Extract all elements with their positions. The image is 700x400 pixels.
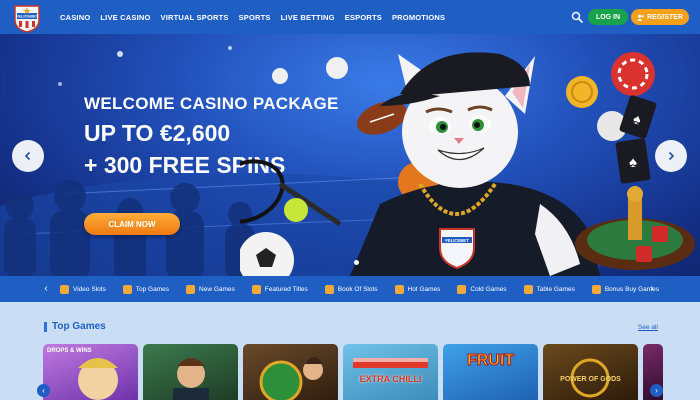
top-header: FELICEBET CASINO LIVE CASINO VIRTUAL SPO…: [0, 0, 700, 34]
nav-esports[interactable]: ESPORTS: [345, 13, 382, 22]
game-tile-label: FRUIT: [466, 352, 515, 370]
slide-indicator-dot[interactable]: [354, 260, 359, 265]
tennis-racket-icon: [240, 159, 342, 227]
register-button[interactable]: REGISTER: [631, 9, 689, 25]
category-label: Cold Games: [470, 285, 507, 293]
game-tile-label: EXTRA CHILLI: [359, 374, 422, 384]
svg-text:♠: ♠: [629, 154, 637, 171]
table-games-icon: [523, 284, 533, 294]
hot-games-icon: [394, 284, 404, 294]
felicebet-logo[interactable]: FELICEBET: [10, 3, 44, 33]
hero-next-button[interactable]: [655, 140, 687, 172]
hero-amount: UP TO €2,600: [84, 120, 231, 146]
game-tile[interactable]: EXTRA CHILLI: [343, 344, 438, 400]
see-all-link[interactable]: See all: [638, 324, 658, 331]
new-games-icon: [186, 284, 196, 294]
nav-live-casino[interactable]: LIVE CASINO: [100, 13, 150, 22]
hero-prev-button[interactable]: [12, 140, 44, 172]
nav-virtual-sports[interactable]: VIRTUAL SPORTS: [161, 13, 229, 22]
game-art: [173, 358, 209, 400]
dice-icon: [652, 226, 668, 242]
category-featured-titles[interactable]: Featured Titles: [251, 284, 308, 294]
soccer-ball-icon: [240, 232, 294, 276]
game-art: [570, 358, 610, 398]
category-prev-button[interactable]: ‹: [40, 283, 52, 295]
badge-icon: FELICEBET: [439, 228, 475, 270]
category-video-slots[interactable]: Video Slots: [60, 284, 106, 294]
category-label: New Games: [199, 285, 235, 293]
category-label: Table Games: [536, 285, 575, 293]
gold-coin-icon: [566, 76, 598, 108]
game-art: [78, 358, 118, 400]
top-games-icon: [122, 284, 132, 294]
user-plus-icon: [637, 14, 645, 21]
category-label: Hot Games: [407, 285, 441, 293]
nav-casino[interactable]: CASINO: [60, 13, 90, 22]
game-tile[interactable]: POWER OF GODS: [543, 344, 638, 400]
games-next-button[interactable]: ›: [650, 384, 663, 397]
login-label: LOG IN: [595, 13, 621, 21]
top-games-section: Top Games See all DROPS & WINS EXTRA CHI…: [0, 302, 700, 400]
nav-promotions[interactable]: PROMOTIONS: [392, 13, 445, 22]
search-icon[interactable]: [571, 11, 583, 23]
bonus-buy-games-icon: [591, 284, 601, 294]
nav-sports[interactable]: SPORTS: [239, 13, 271, 22]
register-label: REGISTER: [647, 13, 683, 21]
game-tile[interactable]: DROPS & WINS: [43, 344, 138, 400]
featured-titles-icon: [251, 284, 261, 294]
category-top-games[interactable]: Top Games: [122, 284, 170, 294]
game-tile[interactable]: [243, 344, 338, 400]
claim-now-button[interactable]: CLAIM NOW: [84, 213, 180, 235]
chevron-left-icon: [24, 151, 31, 161]
main-nav: CASINO LIVE CASINO VIRTUAL SPORTS SPORTS…: [60, 0, 445, 34]
login-button[interactable]: LOG IN: [588, 9, 628, 25]
category-table-games[interactable]: Table Games: [523, 284, 575, 294]
chevron-right-icon: [668, 151, 675, 161]
category-cold-games[interactable]: Cold Games: [457, 284, 507, 294]
game-art: [353, 358, 428, 368]
category-label: Top Games: [135, 285, 170, 293]
svg-text:FELICEBET: FELICEBET: [16, 14, 39, 19]
category-label: Book Of Slots: [337, 285, 378, 293]
category-book-of-slots[interactable]: Book Of Slots: [324, 284, 378, 294]
games-prev-button[interactable]: ‹: [37, 384, 50, 397]
category-label: Video Slots: [73, 285, 106, 293]
svg-text:FELICEBET: FELICEBET: [445, 238, 469, 243]
game-tile-label: POWER OF GODS: [560, 376, 621, 383]
video-slots-icon: [60, 284, 69, 294]
book-of-slots-icon: [324, 284, 334, 294]
section-accent-bar: [44, 322, 47, 332]
cat-mascot-illustration: FELICEBET ♠ ♠: [240, 52, 695, 276]
category-list: Video Slots Top Games New Games Featured…: [60, 276, 659, 302]
category-new-games[interactable]: New Games: [186, 284, 235, 294]
claim-now-label: CLAIM NOW: [108, 219, 156, 229]
baseball-icon: [272, 68, 288, 84]
game-category-bar: ‹ Video Slots Top Games New Games Featur…: [0, 276, 700, 302]
roulette-wheel-icon: [575, 186, 695, 270]
category-hot-games[interactable]: Hot Games: [394, 284, 441, 294]
game-tile[interactable]: FRUIT: [443, 344, 538, 400]
game-art: [259, 357, 323, 400]
game-tile[interactable]: [143, 344, 238, 400]
nav-live-betting[interactable]: LIVE BETTING: [281, 13, 335, 22]
cold-games-icon: [457, 284, 467, 294]
hero-banner[interactable]: WELCOME CASINO PACKAGE UP TO €2,600 + 30…: [0, 34, 700, 276]
category-next-button[interactable]: ›: [646, 283, 658, 295]
section-title: Top Games: [52, 321, 106, 332]
category-label: Featured Titles: [264, 285, 308, 293]
